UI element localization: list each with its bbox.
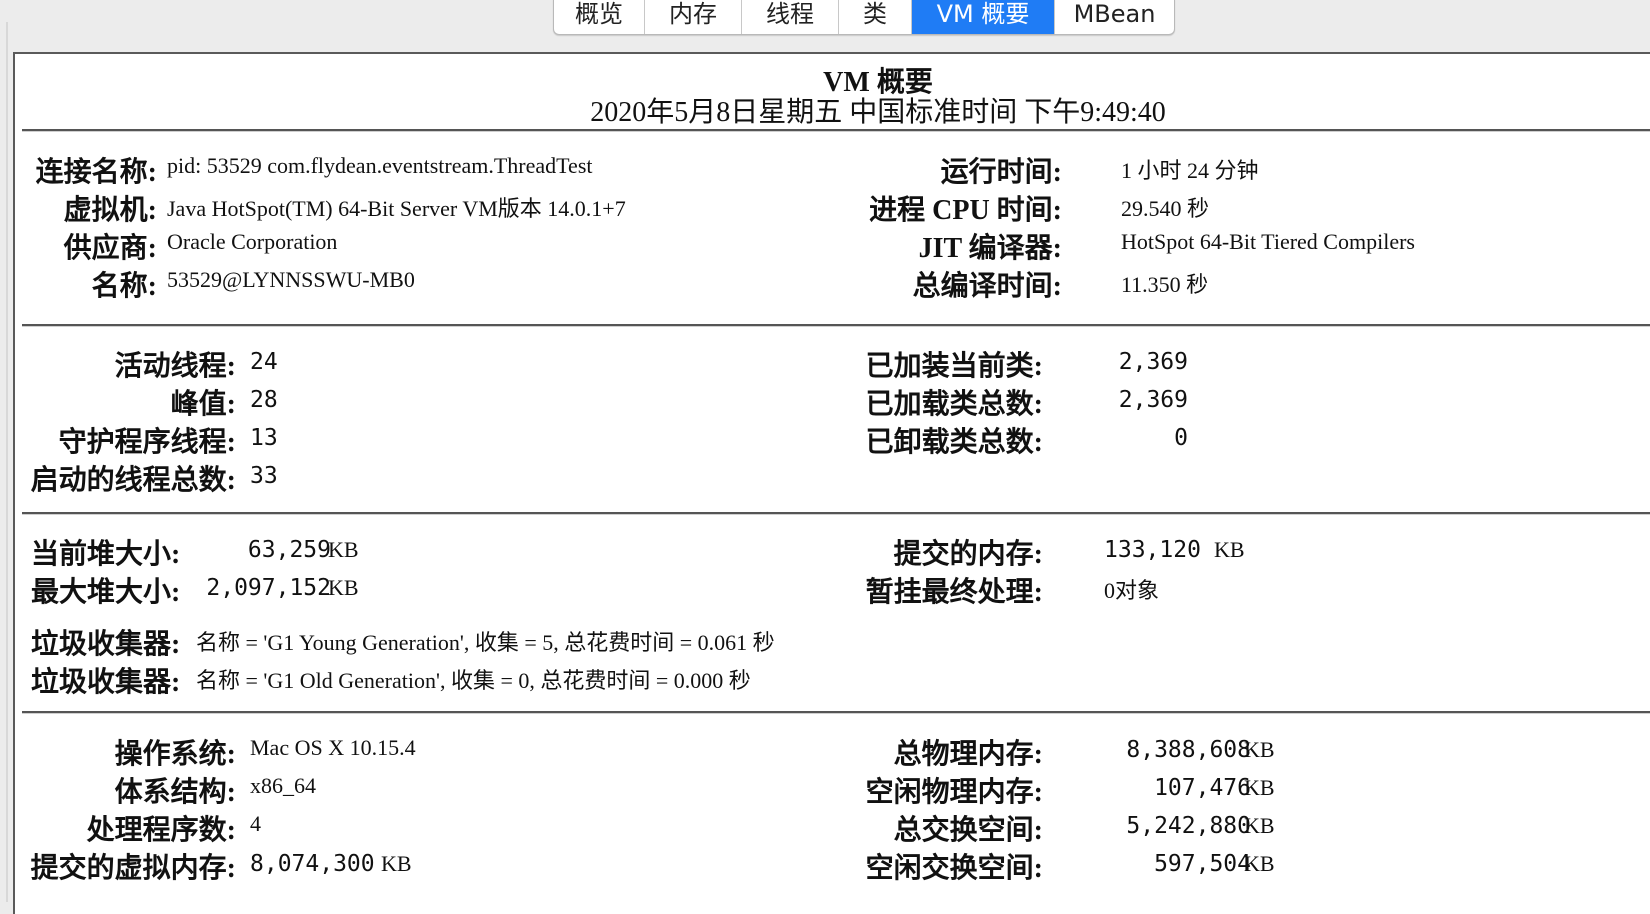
tab-overview[interactable]: 概览 [554, 0, 645, 34]
committed-virtual-memory-unit: KB [381, 851, 412, 876]
tab-bar: 概览 内存 线程 类 VM 概要 MBean [553, 0, 1175, 35]
tab-threads[interactable]: 线程 [742, 0, 839, 34]
total-physical-memory-label: 总物理内存: [893, 739, 1043, 770]
total-physical-memory-value: 8,388,608 [1126, 737, 1251, 763]
total-started-threads-label: 启动的线程总数: [30, 465, 236, 496]
committed-virtual-memory-value: 8,074,300 [250, 851, 375, 877]
connection-name-value: pid: 53529 com.flydean.eventstream.Threa… [167, 153, 593, 178]
total-classes-loaded-value: 2,369 [1118, 387, 1188, 413]
current-heap-size-unit: KB [328, 537, 359, 562]
architecture-value: x86_64 [250, 773, 316, 798]
max-heap-size-value: 2,097,152 [206, 575, 331, 601]
os-value: Mac OS X 10.15.4 [250, 735, 416, 760]
total-classes-loaded-label: 已加载类总数: [865, 389, 1043, 420]
gc-young-label: 垃圾收集器: [31, 629, 181, 660]
current-classes-loaded-value: 2,369 [1118, 349, 1188, 375]
max-heap-size-unit: KB [328, 575, 359, 600]
name-value: 53529@LYNNSSWU-MB0 [167, 267, 415, 292]
gc-old-label: 垃圾收集器: [31, 667, 181, 698]
name-label: 名称: [91, 271, 157, 302]
free-physical-memory-label: 空闲物理内存: [865, 777, 1043, 808]
process-cpu-time-label: 进程 CPU 时间: [869, 195, 1062, 226]
peak-label: 峰值: [170, 389, 236, 420]
datetime: 2020年5月8日星期五 中国标准时间 下午9:49:40 [590, 97, 1166, 128]
tab-memory[interactable]: 内存 [645, 0, 742, 34]
committed-virtual-memory-label: 提交的虚拟内存: [30, 853, 236, 884]
window-edge [6, 22, 8, 902]
architecture-label: 体系结构: [114, 777, 236, 808]
vendor-label: 供应商: [63, 233, 157, 264]
divider [22, 324, 1650, 326]
free-physical-memory-unit: KB [1244, 775, 1275, 800]
total-compile-time-value: 11.350 秒 [1121, 272, 1209, 297]
live-threads-label: 活动线程: [114, 351, 236, 382]
jit-compiler-value: HotSpot 64-Bit Tiered Compilers [1121, 229, 1415, 254]
gc-old-value: 名称 = 'G1 Old Generation', 收集 = 0, 总花费时间 … [196, 668, 751, 693]
free-physical-memory-value: 107,476 [1154, 775, 1251, 801]
vm-label: 虚拟机: [63, 195, 157, 226]
uptime-value: 1 小时 24 分钟 [1121, 158, 1259, 183]
committed-memory-unit: KB [1214, 537, 1245, 562]
vm-summary-panel: VM 概要 2020年5月8日星期五 中国标准时间 下午9:49:40 连接名称… [13, 52, 1650, 914]
total-classes-unloaded-value: 0 [1174, 425, 1188, 451]
total-swap-space-value: 5,242,880 [1126, 813, 1251, 839]
committed-memory-label: 提交的内存: [893, 539, 1043, 570]
daemon-threads-label: 守护程序线程: [58, 427, 236, 458]
total-physical-memory-unit: KB [1244, 737, 1275, 762]
live-threads-value: 24 [250, 349, 278, 375]
uptime-label: 运行时间: [940, 157, 1062, 188]
free-swap-space-label: 空闲交换空间: [865, 853, 1043, 884]
current-heap-size-value: 63,259 [247, 537, 331, 563]
vm-value: Java HotSpot(TM) 64-Bit Server VM版本 14.0… [167, 196, 626, 221]
tab-vm-summary[interactable]: VM 概要 [912, 0, 1055, 34]
tab-classes[interactable]: 类 [839, 0, 912, 34]
vendor-value: Oracle Corporation [167, 229, 338, 254]
processors-label: 处理程序数: [86, 815, 236, 846]
total-compile-time-label: 总编译时间: [912, 271, 1062, 302]
divider [22, 129, 1650, 131]
daemon-threads-value: 13 [250, 425, 278, 451]
os-label: 操作系统: [114, 739, 236, 770]
free-swap-space-unit: KB [1244, 851, 1275, 876]
connection-name-label: 连接名称: [35, 157, 157, 188]
pending-finalization-value: 0对象 [1104, 578, 1160, 603]
total-swap-space-unit: KB [1244, 813, 1275, 838]
pending-finalization-label: 暂挂最终处理: [865, 577, 1043, 608]
current-classes-loaded-label: 已加装当前类: [865, 351, 1043, 382]
processors-value: 4 [250, 811, 261, 836]
max-heap-size-label: 最大堆大小: [31, 577, 181, 608]
total-classes-unloaded-label: 已卸载类总数: [865, 427, 1043, 458]
total-started-threads-value: 33 [250, 463, 278, 489]
divider [22, 711, 1650, 713]
current-heap-size-label: 当前堆大小: [31, 539, 181, 570]
total-swap-space-label: 总交换空间: [893, 815, 1043, 846]
gc-young-value: 名称 = 'G1 Young Generation', 收集 = 5, 总花费时… [196, 630, 775, 655]
peak-value: 28 [250, 387, 278, 413]
jit-compiler-label: JIT 编译器: [918, 233, 1062, 264]
divider [22, 512, 1650, 514]
tab-mbean[interactable]: MBean [1055, 0, 1174, 34]
process-cpu-time-value: 29.540 秒 [1121, 196, 1210, 221]
committed-memory-value: 133,120 [1104, 537, 1201, 563]
free-swap-space-value: 597,504 [1154, 851, 1251, 877]
